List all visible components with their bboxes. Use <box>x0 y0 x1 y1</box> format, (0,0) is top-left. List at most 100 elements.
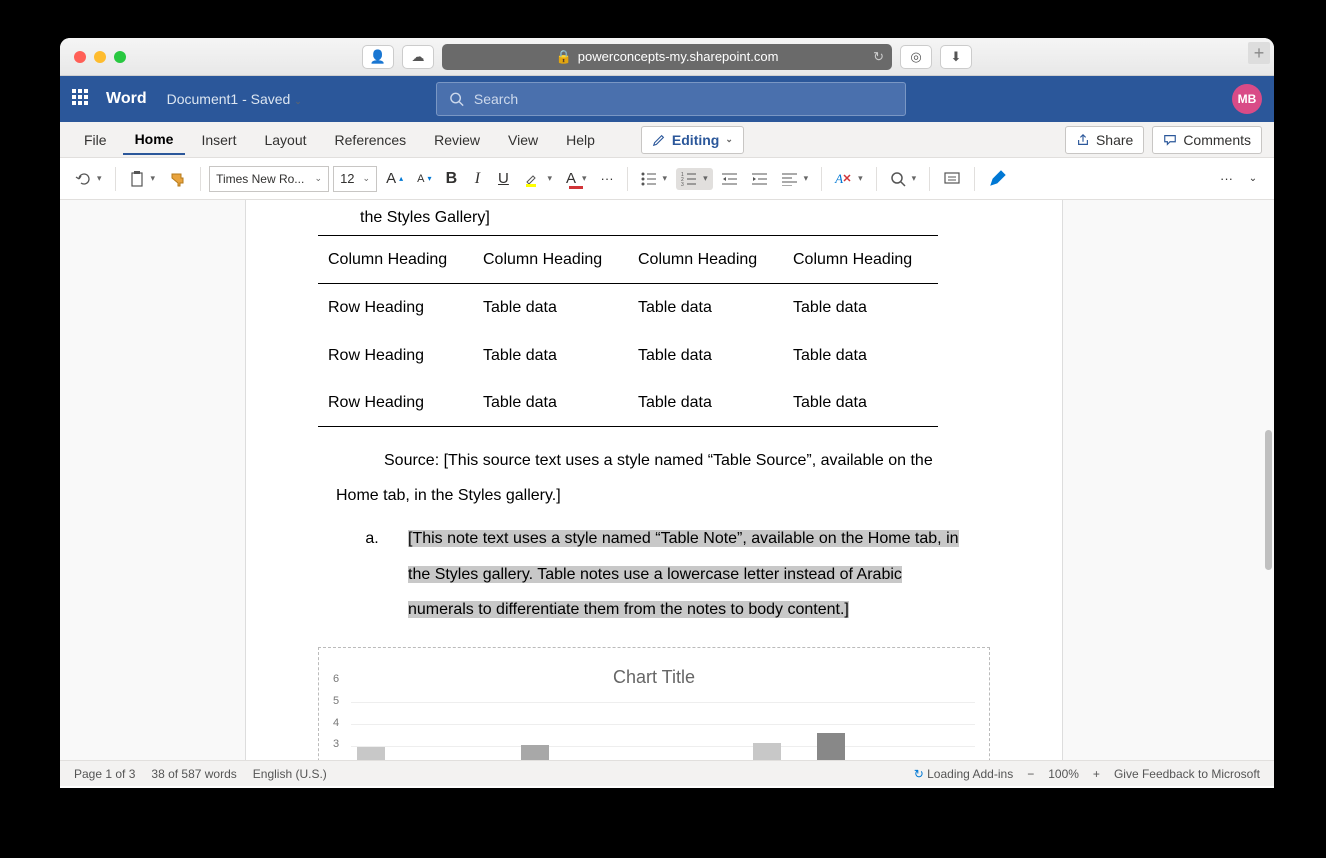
status-bar: Page 1 of 3 38 of 587 words English (U.S… <box>60 760 1274 786</box>
font-name-select[interactable]: Times New Ro...⌄ <box>209 166 329 192</box>
page-indicator[interactable]: Page 1 of 3 <box>74 767 135 781</box>
find-button[interactable] <box>885 167 922 191</box>
paintbrush-icon <box>169 171 187 187</box>
search-icon <box>449 91 464 107</box>
share-button[interactable]: Share <box>1065 126 1144 154</box>
more-ribbon-button[interactable]: ··· <box>1215 167 1238 190</box>
designer-button[interactable] <box>983 166 1011 192</box>
lock-icon: 🔒 <box>556 49 572 65</box>
outdent-icon <box>722 172 738 186</box>
document-title[interactable]: Document1 - Saved ⌄ <box>167 91 302 107</box>
table-cell: Row Heading <box>318 379 473 427</box>
zoom-in-button[interactable]: + <box>1093 767 1100 781</box>
zoom-out-button[interactable]: − <box>1027 767 1034 781</box>
url-text: powerconcepts-my.sharepoint.com <box>578 49 779 64</box>
body-text: the Styles Gallery] <box>336 200 972 235</box>
new-tab-button[interactable]: + <box>1248 42 1270 64</box>
source-text: Source: [This source text uses a style n… <box>336 443 972 513</box>
tab-help[interactable]: Help <box>554 126 607 154</box>
bold-button[interactable]: B <box>440 166 462 192</box>
grow-font-button[interactable]: A▴ <box>381 166 408 191</box>
downloads-icon[interactable]: ⬇ <box>940 45 972 69</box>
pencil-icon <box>652 133 666 147</box>
comments-button[interactable]: Comments <box>1152 126 1262 154</box>
app-window: 👤 ☁ 🔒 powerconcepts-my.sharepoint.com ↻ … <box>60 38 1274 788</box>
feedback-link[interactable]: Give Feedback to Microsoft <box>1114 767 1260 781</box>
tab-insert[interactable]: Insert <box>189 126 248 154</box>
svg-text:3: 3 <box>681 182 684 186</box>
user-avatar[interactable]: MB <box>1232 84 1262 114</box>
increase-indent-button[interactable] <box>747 168 773 190</box>
cloud-icon[interactable]: ☁ <box>402 45 434 69</box>
shrink-font-button[interactable]: A▾ <box>412 169 436 189</box>
align-button[interactable] <box>777 168 814 190</box>
table-cell: Row Heading <box>318 284 473 332</box>
chart-title: Chart Title <box>333 658 975 698</box>
url-bar[interactable]: 🔒 powerconcepts-my.sharepoint.com ↻ <box>442 44 892 70</box>
vertical-scrollbar[interactable] <box>1265 430 1272 570</box>
highlight-button[interactable] <box>518 166 557 192</box>
color-bar-icon <box>569 186 583 190</box>
language-indicator[interactable]: English (U.S.) <box>253 767 327 781</box>
tab-review[interactable]: Review <box>422 126 492 154</box>
tab-layout[interactable]: Layout <box>252 126 318 154</box>
table-cell: Table data <box>783 284 938 332</box>
note-text: [This note text uses a style named “Tabl… <box>408 530 959 617</box>
data-table: Column Heading Column Heading Column Hea… <box>318 235 938 427</box>
numbering-icon: 123 <box>681 172 697 186</box>
browser-titlebar: 👤 ☁ 🔒 powerconcepts-my.sharepoint.com ↻ … <box>60 38 1274 76</box>
align-left-icon <box>782 172 798 186</box>
font-color-button[interactable]: A <box>561 166 592 191</box>
undo-button[interactable] <box>70 167 107 191</box>
table-cell: Table data <box>473 379 628 427</box>
document-page[interactable]: the Styles Gallery] Column Heading Colum… <box>246 200 1062 760</box>
paste-button[interactable] <box>124 166 161 192</box>
chart-plot-area: 123456 <box>347 703 975 760</box>
table-cell: Table data <box>473 284 628 332</box>
maximize-window-button[interactable] <box>114 51 126 63</box>
note-marker: a. <box>336 521 408 627</box>
editing-mode-button[interactable]: Editing⌄ <box>641 126 744 154</box>
bullets-icon <box>641 172 657 186</box>
italic-button[interactable]: I <box>466 166 488 192</box>
chart-object[interactable]: Chart Title 123456 <box>318 647 990 760</box>
tab-references[interactable]: References <box>323 126 419 154</box>
reload-icon[interactable]: ↻ <box>873 49 884 65</box>
font-size-select[interactable]: 12⌄ <box>333 166 377 192</box>
word-count[interactable]: 38 of 587 words <box>151 767 236 781</box>
numbering-button[interactable]: 123 <box>676 168 713 190</box>
format-painter-button[interactable] <box>164 167 192 191</box>
privacy-icon[interactable]: 👤 <box>362 45 394 69</box>
bullets-button[interactable] <box>636 168 673 190</box>
table-cell: Table data <box>628 332 783 379</box>
adblock-icon[interactable]: ◎ <box>900 45 932 69</box>
dictate-button[interactable] <box>938 166 966 192</box>
ribbon-toolbar: Times New Ro...⌄ 12⌄ A▴ A▾ B I U A ··· 1… <box>60 158 1274 200</box>
table-header: Column Heading <box>473 236 628 284</box>
find-icon <box>890 171 906 187</box>
underline-button[interactable]: U <box>492 166 514 191</box>
collapse-ribbon-button[interactable]: ⌄ <box>1242 169 1264 188</box>
tab-file[interactable]: File <box>72 126 119 154</box>
app-launcher-icon[interactable] <box>72 89 92 109</box>
table-cell: Table data <box>628 284 783 332</box>
tab-home[interactable]: Home <box>123 125 186 155</box>
undo-icon <box>75 171 91 187</box>
table-cell: Table data <box>473 332 628 379</box>
table-header: Column Heading <box>628 236 783 284</box>
window-controls <box>74 51 126 63</box>
minimize-window-button[interactable] <box>94 51 106 63</box>
tab-view[interactable]: View <box>496 126 550 154</box>
document-canvas[interactable]: the Styles Gallery] Column Heading Colum… <box>60 200 1274 760</box>
decrease-indent-button[interactable] <box>717 168 743 190</box>
styles-button[interactable]: A <box>830 167 867 191</box>
close-window-button[interactable] <box>74 51 86 63</box>
app-name[interactable]: Word <box>106 90 147 108</box>
search-input[interactable] <box>474 91 893 107</box>
zoom-level[interactable]: 100% <box>1048 767 1079 781</box>
indent-icon <box>752 172 768 186</box>
highlighter-icon <box>523 170 541 188</box>
search-box[interactable] <box>436 82 906 116</box>
more-font-button[interactable]: ··· <box>596 167 619 190</box>
comment-icon <box>1163 133 1177 147</box>
